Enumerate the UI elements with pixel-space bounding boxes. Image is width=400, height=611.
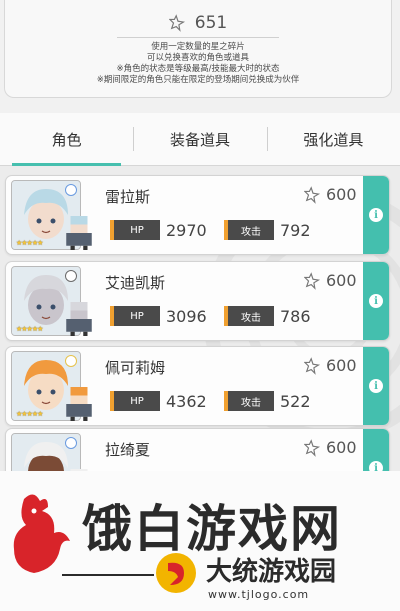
hp-label: HP: [110, 306, 160, 326]
rarity-stars: ★★★★★: [16, 239, 43, 247]
element-icon: [65, 437, 77, 449]
character-card[interactable]: 拉绮夏 600 HP 攻击 i: [5, 428, 390, 471]
tab-characters[interactable]: 角色: [0, 113, 133, 166]
character-card[interactable]: ★★★★★ 雷拉斯 600 HP 2970 攻击 792 i: [5, 175, 390, 255]
stat-row: HP 2970 攻击 792: [110, 220, 338, 240]
description-line: ※角色的状态是等级最高/技能最大时的状态: [116, 64, 280, 74]
cost-value: 600: [326, 438, 357, 457]
hp-label: HP: [110, 220, 160, 240]
character-list[interactable]: ★★★★★ 雷拉斯 600 HP 2970 攻击 792 i ★★★★★ 艾迪凯…: [0, 166, 400, 471]
hp-value: 3096: [166, 306, 207, 326]
description-line: 使用一定数量的星之碎片: [151, 42, 245, 52]
info-icon: i: [369, 208, 383, 222]
character-name: 拉绮夏: [105, 441, 151, 459]
tab-enhancement[interactable]: 强化道具: [266, 113, 400, 165]
stat-row: HP 4362 攻击 522: [110, 391, 338, 411]
hp-label: HP: [110, 391, 160, 411]
star-shard-icon: [304, 356, 321, 375]
attack-value: 786: [280, 306, 311, 326]
shard-count: 651: [194, 13, 228, 33]
info-icon: i: [369, 461, 383, 471]
element-icon: [65, 184, 77, 196]
stat-row: HP 3096 攻击 786: [110, 306, 338, 326]
attack-value: 522: [280, 391, 311, 411]
category-tabs: 角色 装备道具 强化道具: [0, 113, 400, 166]
character-name: 雷拉斯: [105, 188, 151, 206]
pixel-sprite-icon: [66, 387, 92, 421]
shard-cost: 600: [304, 271, 357, 290]
watermark-subtitle: 大统游戏园: [206, 557, 337, 587]
character-name: 艾迪凯斯: [105, 274, 166, 292]
element-icon: [65, 270, 77, 282]
shard-counter: 651: [5, 10, 391, 36]
info-icon: i: [369, 379, 383, 393]
info-button[interactable]: i: [363, 429, 389, 471]
shard-info-panel: 651 使用一定数量的星之碎片 可以兑换喜欢的角色或道具 ※角色的状态是等级最高…: [4, 0, 392, 98]
description-line: 可以兑换喜欢的角色或道具: [146, 53, 249, 63]
info-button[interactable]: i: [363, 262, 389, 340]
cost-value: 600: [326, 271, 357, 290]
description-line: ※期间限定的角色只能在限定的登场期间兑换成为伙伴: [96, 75, 300, 85]
watermark-rule: [62, 574, 154, 576]
attack-label: 攻击: [224, 391, 274, 411]
info-icon: i: [369, 294, 383, 308]
cost-value: 600: [326, 356, 357, 375]
rooster-logo-icon: [13, 494, 70, 573]
shard-cost: 600: [304, 356, 357, 375]
character-name: 佩可莉姆: [105, 359, 166, 377]
pixel-sprite-icon: [66, 302, 92, 336]
star-shard-icon: [304, 438, 321, 457]
star-shard-icon: [168, 14, 185, 32]
watermark-url: www.tjlogo.com: [208, 588, 310, 601]
rarity-stars: ★★★★★: [16, 325, 43, 333]
attack-label: 攻击: [224, 220, 274, 240]
attack-label: 攻击: [224, 306, 274, 326]
character-portrait: [11, 433, 81, 471]
watermark-banner: 饿白游戏网 大统游戏园 www.tjlogo.com: [0, 471, 400, 611]
divider: [117, 37, 279, 38]
info-button[interactable]: i: [363, 347, 389, 425]
shard-description: 使用一定数量的星之碎片 可以兑换喜欢的角色或道具 ※角色的状态是等级最高/技能最…: [5, 42, 391, 86]
element-icon: [65, 355, 77, 367]
star-shard-icon: [304, 185, 321, 204]
hp-value: 2970: [166, 220, 207, 240]
tab-equipment[interactable]: 装备道具: [133, 113, 266, 165]
character-card[interactable]: ★★★★★ 佩可莉姆 600 HP 4362 攻击 522 i: [5, 346, 390, 426]
watermark-badge-icon: [156, 553, 196, 593]
shard-cost: 600: [304, 438, 357, 457]
rarity-stars: ★★★★★: [16, 410, 43, 418]
shard-cost: 600: [304, 185, 357, 204]
cost-value: 600: [326, 185, 357, 204]
hp-value: 4362: [166, 391, 207, 411]
pixel-sprite-icon: [66, 216, 92, 250]
character-card[interactable]: ★★★★★ 艾迪凯斯 600 HP 3096 攻击 786 i: [5, 261, 390, 341]
attack-value: 792: [280, 220, 311, 240]
info-button[interactable]: i: [363, 176, 389, 254]
star-shard-icon: [304, 271, 321, 290]
